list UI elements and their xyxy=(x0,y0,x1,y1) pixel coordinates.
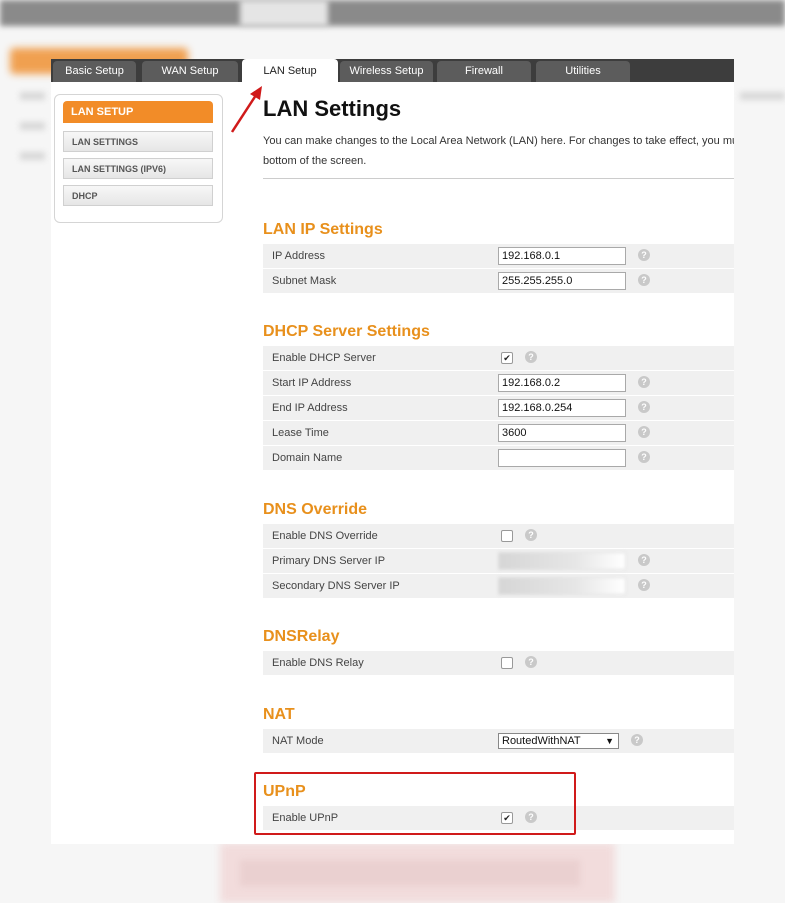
chevron-down-icon: ▼ xyxy=(605,736,614,746)
divider xyxy=(263,178,734,179)
ip-address-label: IP Address xyxy=(272,250,325,262)
help-icon[interactable]: ? xyxy=(638,579,650,591)
enable-dhcp-label: Enable DHCP Server xyxy=(272,352,376,364)
annotation-highlight-box xyxy=(254,772,576,835)
background-line xyxy=(20,152,45,160)
tab-lan-setup[interactable]: LAN Setup xyxy=(242,59,338,82)
row-ip-address: IP Address ? xyxy=(263,244,734,269)
annotation-arrow xyxy=(230,86,262,133)
help-icon[interactable]: ? xyxy=(638,274,650,286)
tab-wireless-setup[interactable]: Wireless Setup xyxy=(340,61,433,82)
sidebar-header[interactable]: LAN SETUP xyxy=(63,101,213,123)
start-ip-input[interactable] xyxy=(498,374,626,392)
row-secondary-dns: Secondary DNS Server IP ? xyxy=(263,574,734,599)
ip-address-input[interactable] xyxy=(498,247,626,265)
row-enable-dns-relay: Enable DNS Relay ? xyxy=(263,651,734,676)
end-ip-input[interactable] xyxy=(498,399,626,417)
background-bottom-row xyxy=(240,860,580,886)
intro-line-1: You can make changes to the Local Area N… xyxy=(263,135,734,147)
row-end-ip: End IP Address ? xyxy=(263,396,734,421)
section-title-lan-ip: LAN IP Settings xyxy=(263,221,383,238)
help-icon[interactable]: ? xyxy=(638,451,650,463)
help-icon[interactable]: ? xyxy=(638,554,650,566)
intro-line-2: bottom of the screen. xyxy=(263,155,367,167)
background-line xyxy=(20,122,45,130)
help-icon[interactable]: ? xyxy=(525,351,537,363)
enable-dns-override-label: Enable DNS Override xyxy=(272,530,378,542)
row-nat-mode: NAT Mode RoutedWithNAT ▼ ? xyxy=(263,729,734,754)
sidebar: LAN SETUP LAN SETTINGS LAN SETTINGS (IPV… xyxy=(54,94,223,223)
domain-name-input[interactable] xyxy=(498,449,626,467)
subnet-mask-input[interactable] xyxy=(498,272,626,290)
help-icon[interactable]: ? xyxy=(638,249,650,261)
secondary-dns-label: Secondary DNS Server IP xyxy=(272,580,400,592)
row-start-ip: Start IP Address ? xyxy=(263,371,734,396)
help-icon[interactable]: ? xyxy=(638,401,650,413)
start-ip-label: Start IP Address xyxy=(272,377,352,389)
section-title-dns-override: DNS Override xyxy=(263,501,368,518)
section-title-dhcp: DHCP Server Settings xyxy=(263,323,430,340)
sidebar-item-lan-settings-ipv6[interactable]: LAN SETTINGS (IPV6) xyxy=(63,158,213,179)
tab-basic-setup[interactable]: Basic Setup xyxy=(53,61,136,82)
sidebar-item-lan-settings[interactable]: LAN SETTINGS xyxy=(63,131,213,152)
background-tab xyxy=(240,0,328,26)
help-icon[interactable]: ? xyxy=(638,426,650,438)
row-subnet-mask: Subnet Mask ? xyxy=(263,269,734,294)
row-primary-dns: Primary DNS Server IP ? xyxy=(263,549,734,574)
lease-time-input[interactable] xyxy=(498,424,626,442)
nat-mode-select[interactable]: RoutedWithNAT ▼ xyxy=(498,733,619,749)
help-icon[interactable]: ? xyxy=(631,734,643,746)
enable-dhcp-checkbox[interactable]: ✔ xyxy=(501,352,513,364)
row-enable-dhcp: Enable DHCP Server ✔ ? xyxy=(263,346,734,371)
top-tabbar: Basic Setup WAN Setup LAN Setup Wireless… xyxy=(51,59,734,82)
row-enable-dns-override: Enable DNS Override ? xyxy=(263,524,734,549)
tab-utilities[interactable]: Utilities xyxy=(536,61,630,82)
background-line xyxy=(740,92,785,100)
domain-name-label: Domain Name xyxy=(272,452,343,464)
section-title-dns-relay: DNSRelay xyxy=(263,628,340,645)
help-icon[interactable]: ? xyxy=(525,529,537,541)
tab-firewall[interactable]: Firewall xyxy=(437,61,531,82)
background-topbar xyxy=(0,0,785,26)
enable-dns-override-checkbox[interactable] xyxy=(501,530,513,542)
page-title: LAN Settings xyxy=(263,96,402,121)
section-title-nat: NAT xyxy=(263,706,295,723)
help-icon[interactable]: ? xyxy=(638,376,650,388)
background-line xyxy=(20,92,45,100)
nat-mode-label: NAT Mode xyxy=(272,735,324,747)
enable-dns-relay-label: Enable DNS Relay xyxy=(272,657,364,669)
row-domain-name: Domain Name ? xyxy=(263,446,734,471)
row-lease-time: Lease Time ? xyxy=(263,421,734,446)
subnet-mask-label: Subnet Mask xyxy=(272,275,337,287)
lease-time-label: Lease Time xyxy=(272,427,329,439)
help-icon[interactable]: ? xyxy=(525,656,537,668)
sidebar-item-dhcp[interactable]: DHCP xyxy=(63,185,213,206)
enable-dns-relay-checkbox[interactable] xyxy=(501,657,513,669)
end-ip-label: End IP Address xyxy=(272,402,348,414)
tab-wan-setup[interactable]: WAN Setup xyxy=(142,61,238,82)
primary-dns-label: Primary DNS Server IP xyxy=(272,555,386,567)
sidebar-header-label: LAN SETUP xyxy=(71,106,134,118)
secondary-dns-input[interactable] xyxy=(498,577,626,595)
intro-text: You can make changes to the Local Area N… xyxy=(263,131,734,171)
router-panel: Basic Setup WAN Setup LAN Setup Wireless… xyxy=(51,59,734,844)
nat-mode-value: RoutedWithNAT xyxy=(502,735,581,747)
primary-dns-input[interactable] xyxy=(498,552,626,570)
